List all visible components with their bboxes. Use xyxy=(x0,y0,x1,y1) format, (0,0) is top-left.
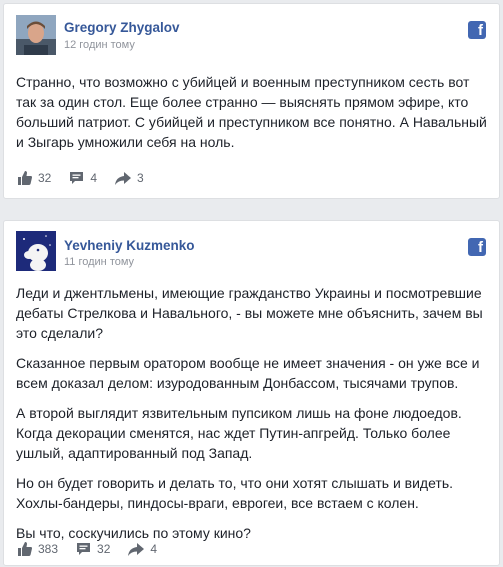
comment-count: 4 xyxy=(90,171,98,185)
comment-button[interactable]: 4 xyxy=(69,171,97,185)
facebook-icon[interactable]: f xyxy=(468,238,486,256)
author-name[interactable]: Gregory Zhygalov xyxy=(64,20,180,35)
post-text: Леди и джентльмены, имеющие гражданство … xyxy=(16,283,488,553)
post-paragraph: Сказанное первым оратором вообще не имее… xyxy=(16,355,480,391)
post-actions: 383 32 4 xyxy=(18,542,175,556)
facebook-icon[interactable]: f xyxy=(468,21,486,39)
post-card: Gregory Zhygalov 12 годин тому f Странно… xyxy=(3,3,500,199)
comment-icon xyxy=(77,543,91,555)
post-paragraph: А второй выглядит язвительным пупсиком л… xyxy=(16,405,462,461)
like-count: 383 xyxy=(38,542,59,556)
person-photo-icon xyxy=(16,15,56,55)
comment-button[interactable]: 32 xyxy=(76,542,110,556)
post-paragraph: Леди и джентльмены, имеющие гражданство … xyxy=(16,285,483,341)
share-count: 3 xyxy=(137,171,144,185)
post-text: Странно, что возможно с убийцей и военны… xyxy=(16,72,488,162)
thumbs-up-icon xyxy=(18,171,32,185)
post-timestamp[interactable]: 11 годин тому xyxy=(64,256,134,268)
comment-icon xyxy=(70,172,84,184)
author-avatar[interactable] xyxy=(16,231,56,271)
post-paragraph: Странно, что возможно с убийцей и военны… xyxy=(16,74,487,150)
like-button[interactable]: 32 xyxy=(18,171,51,185)
post-timestamp[interactable]: 12 годин тому xyxy=(64,39,135,51)
like-button[interactable]: 383 xyxy=(18,542,58,556)
post-card: Yevheniy Kuzmenko 11 годин тому f Леди и… xyxy=(3,220,500,566)
post-paragraph: Но он будет говорить и делать то, что он… xyxy=(16,475,454,511)
moomin-avatar-icon xyxy=(16,231,56,271)
share-icon xyxy=(128,542,145,556)
thumbs-up-icon xyxy=(18,542,32,556)
share-count: 4 xyxy=(150,542,158,556)
share-button[interactable]: 4 xyxy=(128,542,157,556)
like-count: 32 xyxy=(38,171,52,185)
share-button[interactable]: 3 xyxy=(115,171,144,185)
comment-count: 32 xyxy=(97,542,111,556)
author-avatar[interactable] xyxy=(16,15,56,55)
author-name[interactable]: Yevheniy Kuzmenko xyxy=(64,238,195,253)
post-paragraph: Вы что, соскучились по этому кино? xyxy=(16,525,251,541)
share-icon xyxy=(115,171,132,185)
post-actions: 32 4 3 xyxy=(18,171,162,185)
